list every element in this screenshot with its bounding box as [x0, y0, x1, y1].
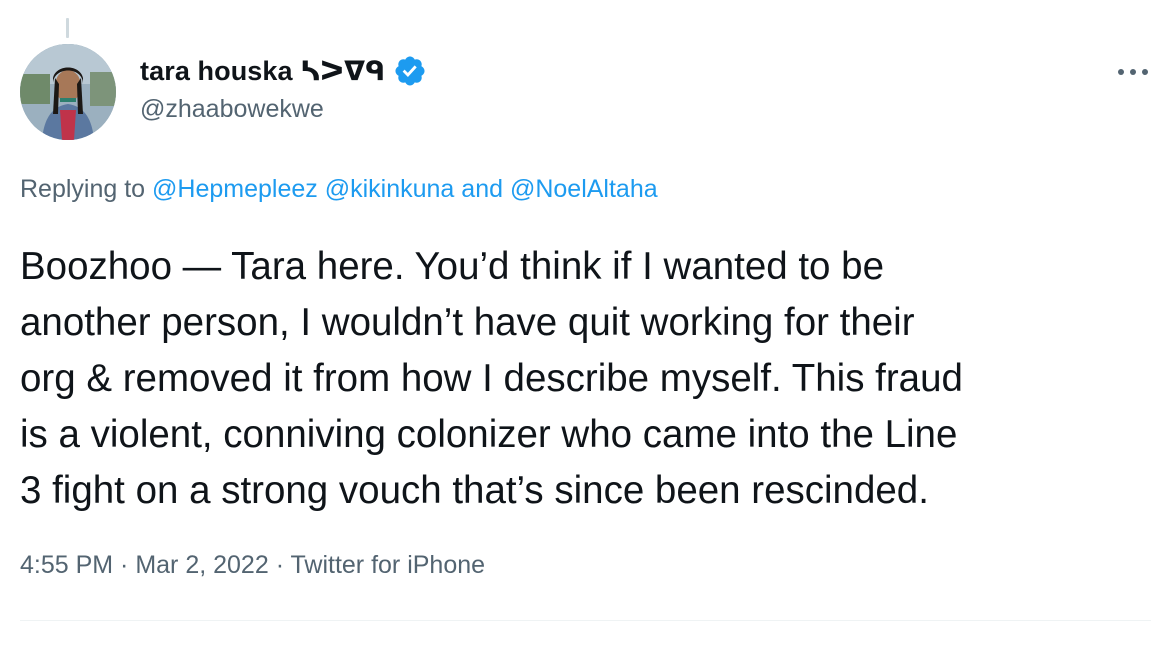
reply-and-word: and [454, 175, 510, 203]
tweet-body: Boozhoo — Tara here. You’d think if I wa… [20, 239, 1150, 519]
reply-separator [318, 175, 325, 203]
tweet-text-line: org & removed it from how I describe mys… [20, 357, 963, 400]
replying-to-line: Replying to @Hepmepleez @kikinkuna and @… [20, 175, 658, 204]
replying-to-label: Replying to [20, 175, 153, 203]
avatar-image [20, 44, 116, 140]
author-handle[interactable]: @zhaabowekwe [140, 95, 324, 124]
tweet-card: tara houska ᓴᐳᐁᑫ @zhaabowekwe Replying t… [0, 0, 1163, 651]
tweet-time-link[interactable]: 4:55 PM [20, 551, 113, 579]
tweet-text-line: 3 fight on a strong vouch that’s since b… [20, 469, 929, 512]
tweet-text-line: another person, I wouldn’t have quit wor… [20, 301, 915, 344]
tweet-date-link[interactable]: Mar 2, 2022 [135, 551, 268, 579]
author-name-row: tara houska ᓴᐳᐁᑫ [140, 52, 427, 90]
tweet-text-line: is a violent, conniving colonizer who ca… [20, 413, 958, 456]
tweet-text-line: Boozhoo — Tara here. You’d think if I wa… [20, 245, 884, 288]
author-display-name[interactable]: tara houska ᓴᐳᐁᑫ [140, 56, 385, 87]
reply-mention-link[interactable]: @NoelAltaha [510, 175, 658, 203]
thread-connector-line [66, 18, 69, 38]
divider [20, 620, 1151, 621]
verified-badge-icon [393, 54, 427, 88]
meta-separator: · [268, 551, 291, 579]
tweet-metadata: 4:55 PM · Mar 2, 2022 · Twitter for iPho… [20, 551, 485, 580]
tweet-source-link[interactable]: Twitter for iPhone [291, 551, 486, 579]
reply-mention-link[interactable]: @Hepmepleez [152, 175, 318, 203]
avatar[interactable] [20, 44, 116, 140]
meta-separator: · [113, 551, 136, 579]
reply-mention-link[interactable]: @kikinkuna [325, 175, 455, 203]
more-options-icon[interactable] [1113, 58, 1153, 86]
